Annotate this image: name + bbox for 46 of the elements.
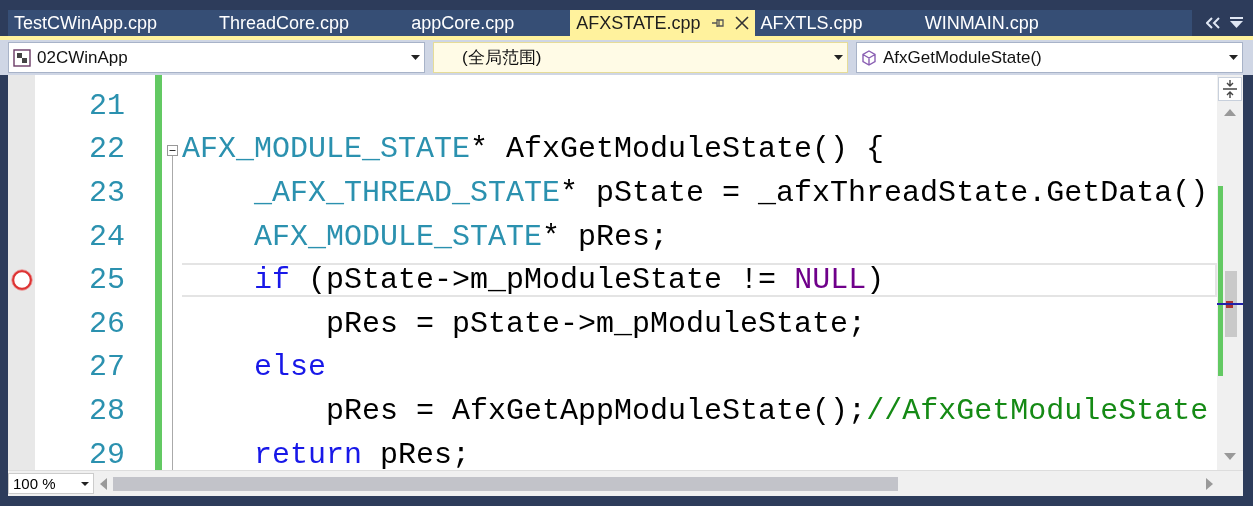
zoom-dropdown[interactable]: 100 % xyxy=(8,473,94,494)
file-tab[interactable]: appCore.cpp xyxy=(405,10,571,36)
file-tab[interactable]: ThreadCore.cpp xyxy=(213,10,406,36)
line-number: 24 xyxy=(89,219,125,254)
file-tab[interactable]: AFXSTATE.cpp xyxy=(570,10,755,36)
code-line: else xyxy=(253,350,327,385)
collapse-icon[interactable] xyxy=(167,145,178,156)
line-number: 23 xyxy=(89,176,125,210)
code-line: return pRes; xyxy=(253,437,471,470)
line-number: 25 xyxy=(89,263,125,298)
right-arrow-icon[interactable] xyxy=(1206,477,1213,490)
project-dropdown[interactable]: 02CWinApp xyxy=(8,42,425,73)
scroll-tabs-icon[interactable] xyxy=(1206,17,1220,29)
caret-icon xyxy=(81,481,89,486)
line-number: 21 xyxy=(89,88,125,123)
cube-icon xyxy=(861,49,877,66)
file-tab[interactable]: AFXTLS.cpp xyxy=(754,10,919,36)
dropdown-menu-icon[interactable] xyxy=(1230,17,1243,29)
file-tab[interactable]: WINMAIN.cpp xyxy=(918,10,1095,36)
line-number: 27 xyxy=(89,350,125,385)
code-line: if (pState->m_pModuleState != NULL) xyxy=(182,263,1217,298)
left-arrow-icon[interactable] xyxy=(100,477,107,490)
close-icon[interactable] xyxy=(734,16,749,30)
line-number: 26 xyxy=(89,306,125,341)
line-number: 29 xyxy=(89,437,125,470)
caret-icon xyxy=(1229,55,1238,60)
caret-icon xyxy=(411,55,420,60)
code-line: AFX_MODULE_STATE* AfxGetModuleState() { xyxy=(182,132,885,167)
breakpoint-icon[interactable] xyxy=(10,269,33,292)
line-number: 28 xyxy=(89,393,125,428)
caret-icon xyxy=(834,55,843,60)
member-dropdown[interactable]: AfxGetModuleState() xyxy=(856,42,1243,73)
down-arrow-icon[interactable] xyxy=(1224,453,1236,460)
file-tab[interactable]: TestCWinApp.cpp xyxy=(8,10,214,36)
code-line: AFX_MODULE_STATE* pRes; xyxy=(253,219,669,254)
line-number: 22 xyxy=(89,132,125,167)
scope-dropdown[interactable]: (全局范围) xyxy=(433,42,848,73)
scrollbar-thumb[interactable] xyxy=(113,476,898,491)
pin-icon[interactable] xyxy=(710,17,725,29)
code-line: pRes = pState->m_pModuleState; xyxy=(325,306,867,341)
split-icon[interactable] xyxy=(1218,77,1242,101)
code-line: _AFX_THREAD_STATE* pState = _afxThreadState.GetData() xyxy=(253,176,1209,210)
up-arrow-icon[interactable] xyxy=(1224,109,1236,116)
vertical-scrollbar[interactable] xyxy=(1217,75,1243,470)
code-line: pRes = AfxGetAppModuleState();//AfxGetModuleState xyxy=(325,393,1209,428)
project-icon xyxy=(13,48,31,67)
